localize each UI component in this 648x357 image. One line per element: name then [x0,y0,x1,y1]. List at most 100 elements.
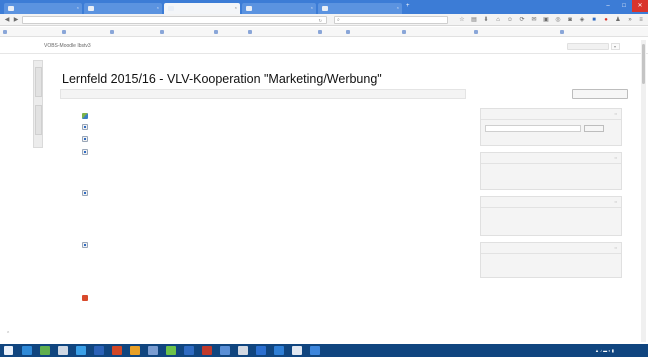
bookmark-link[interactable] [214,29,220,35]
forum-search-input[interactable] [485,125,581,132]
chat-icon[interactable]: ☺ [506,16,514,24]
bookmark-link[interactable] [248,29,254,35]
block-controls-icon[interactable]: ▫▫ [614,156,617,160]
taskbar-app-icon[interactable] [256,346,266,355]
scroll-up-icon[interactable]: ⌃ [6,331,10,337]
browser-tab[interactable]: × [242,3,316,14]
pdf-icon [82,295,88,301]
taskbar-app-icon[interactable] [220,346,230,355]
taskbar-app-icon[interactable] [202,346,212,355]
favicon-icon [168,6,174,11]
close-tab-icon[interactable]: × [235,5,237,10]
taskbar-app-icon[interactable] [130,346,140,355]
back-icon[interactable]: ◀ [3,16,11,24]
dock-tab-administration[interactable] [35,105,42,135]
favicon-icon [246,6,252,11]
taskbar-app-icon[interactable] [22,346,32,355]
address-bar[interactable]: ↻ [22,16,327,24]
dock-tab-navigation[interactable] [35,67,42,97]
pocket-icon[interactable]: ◙ [566,16,574,24]
taskbar-app-icon[interactable] [76,346,86,355]
home-icon[interactable]: ⌂ [494,16,502,24]
close-tab-icon[interactable]: × [77,5,79,10]
bookmark-link[interactable] [402,29,408,35]
bookmark-link[interactable] [346,29,352,35]
bookmark-link[interactable] [110,29,116,35]
taskbar-app-icon[interactable] [58,346,68,355]
browser-tab[interactable]: × [318,3,402,14]
block-controls-icon[interactable]: ▫▫ [614,112,617,116]
divider [481,253,621,254]
breadcrumb [60,89,466,99]
divider [481,207,621,208]
browser-tab[interactable]: × [84,3,162,14]
bookmark-star-icon[interactable]: ☆ [458,16,466,24]
shield-icon[interactable]: ◈ [578,16,586,24]
file-icon [82,242,88,248]
bookmarks-toolbar [0,27,648,37]
browser-tab-bar: × × × × × + [0,0,648,14]
downloads-icon[interactable]: ⬇ [482,16,490,24]
taskbar-app-icon[interactable] [292,346,302,355]
adblock-icon[interactable]: ● [602,16,610,24]
forum-search-button[interactable] [584,125,604,132]
divider [481,119,621,120]
taskbar-app-icon[interactable] [310,346,320,355]
scrollbar-thumb[interactable] [642,44,645,84]
moodle-header [0,38,648,54]
maximize-button[interactable]: □ [616,0,632,12]
taskbar-app-icon[interactable] [40,346,50,355]
taskbar-app-icon[interactable] [112,346,122,355]
window-controls: – □ ✕ [600,0,648,12]
bookmark-link[interactable] [318,29,324,35]
bookmark-link[interactable] [160,29,166,35]
forum-icon [82,113,88,119]
system-tray-icons[interactable]: ▲ ♪ ▬ ◐ ▮ [595,348,614,353]
close-tab-icon[interactable]: × [157,5,159,10]
taskbar-app-icon[interactable] [94,346,104,355]
block-latest-news: ▫▫ [480,152,622,190]
favicon-icon [8,6,14,11]
taskbar-app-icon[interactable] [274,346,284,355]
sync-icon[interactable]: ⟳ [518,16,526,24]
taskbar-app-icon[interactable] [148,346,158,355]
block-upcoming-events: ▫▫ [480,196,622,236]
bookmark-link[interactable] [62,29,68,35]
user-menu[interactable] [567,43,609,50]
screenshot-icon[interactable]: ▣ [542,16,550,24]
divider [481,163,621,164]
browser-tab[interactable]: × [164,3,240,14]
block-dock [33,60,43,148]
close-window-button[interactable]: ✕ [632,0,648,12]
extension-icon[interactable]: ■ [590,16,598,24]
mail-icon[interactable]: ✉ [530,16,538,24]
addon-icon[interactable]: ◎ [554,16,562,24]
scrollbar[interactable] [641,40,646,342]
user-menu-toggle[interactable]: ▾ [611,43,620,50]
menu-icon[interactable]: ≡ [637,16,645,24]
bookmark-link[interactable] [3,29,9,35]
new-tab-button[interactable]: + [406,3,410,9]
block-controls-icon[interactable]: ▫▫ [614,246,617,250]
search-icon: ⌕ [337,17,340,23]
minimize-button[interactable]: – [600,0,616,12]
taskbar-app-icon[interactable] [184,346,194,355]
reading-list-icon[interactable]: ▤ [470,16,478,24]
search-input[interactable]: ⌕ [334,16,448,24]
close-tab-icon[interactable]: × [397,5,399,10]
taskbar-app-icon[interactable] [238,346,248,355]
forward-icon[interactable]: ▶ [12,16,20,24]
edit-mode-button[interactable] [572,89,628,99]
user-icon[interactable]: ♟ [614,16,622,24]
overflow-icon[interactable]: » [626,16,634,24]
taskbar-app-icon[interactable] [166,346,176,355]
browser-tab[interactable]: × [4,3,82,14]
bookmark-link[interactable] [474,29,480,35]
reload-icon[interactable]: ↻ [319,18,322,23]
close-tab-icon[interactable]: × [311,5,313,10]
file-icon [82,149,88,155]
bookmark-link[interactable] [560,29,566,35]
start-button[interactable] [4,346,13,355]
block-controls-icon[interactable]: ▫▫ [614,200,617,204]
site-name[interactable]: VOBS-Moodle Ibstv3 [44,43,91,49]
